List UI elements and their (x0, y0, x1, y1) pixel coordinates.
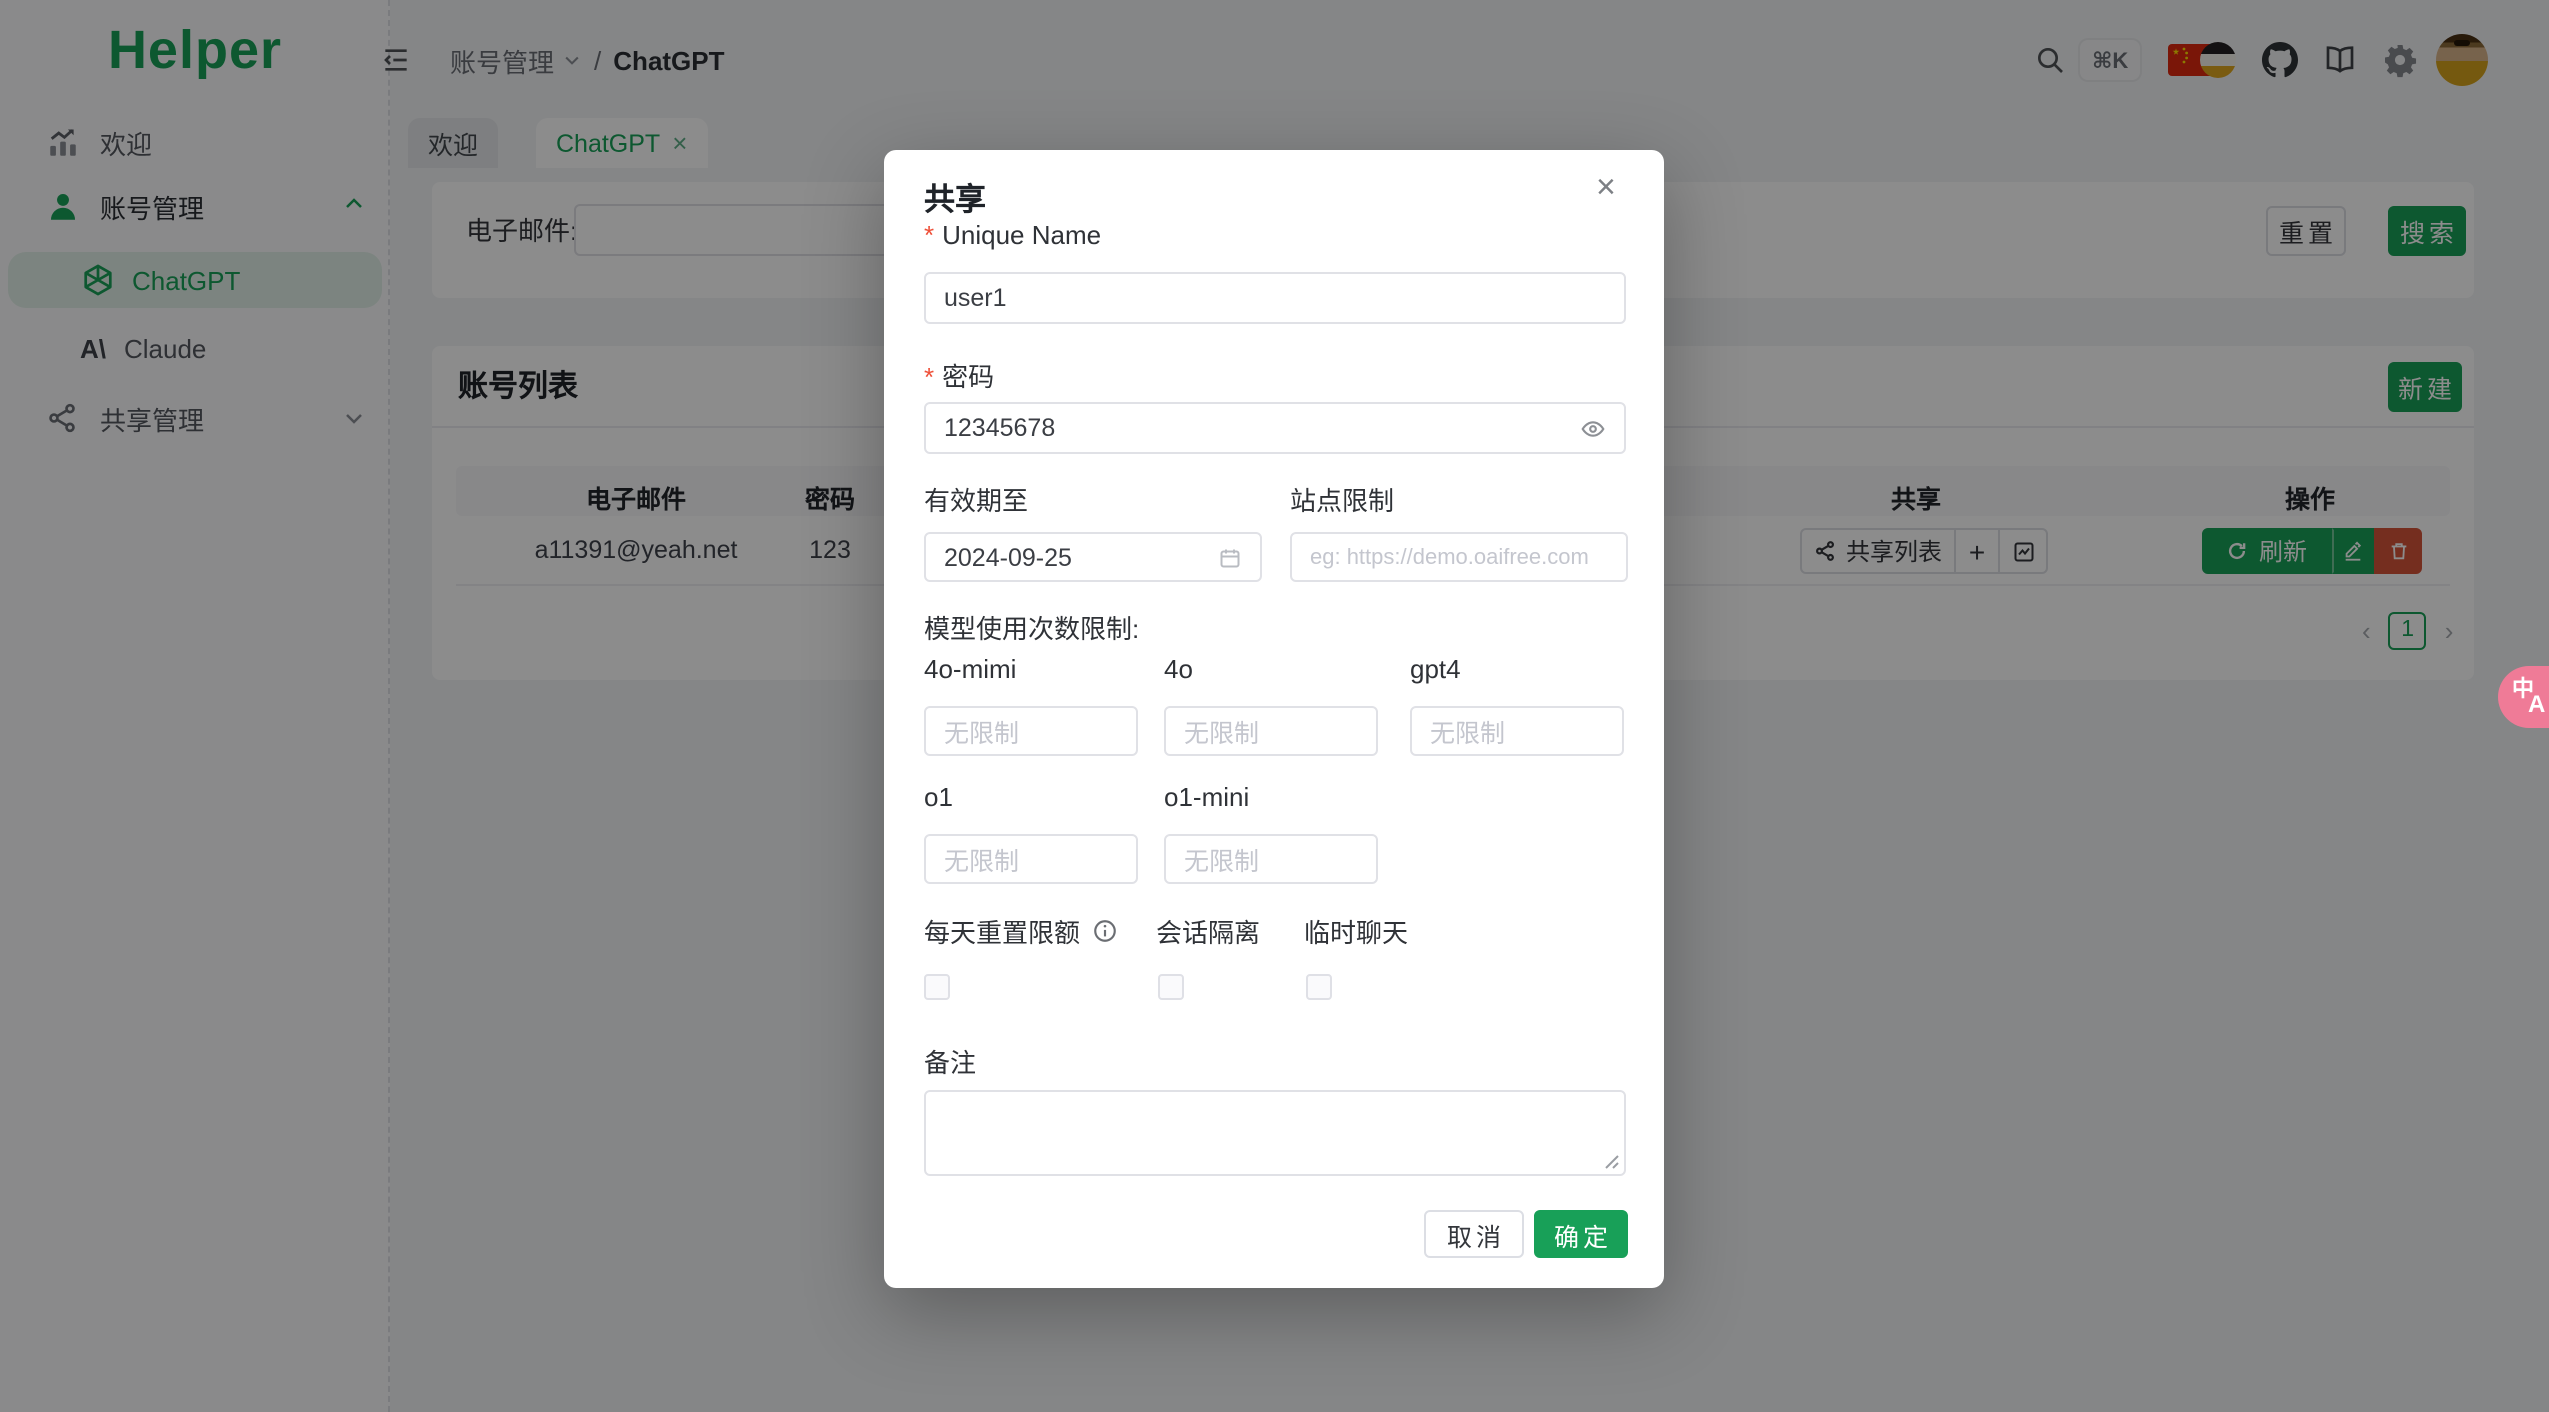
expire-date-input[interactable]: 2024-09-25 (924, 532, 1262, 582)
field-label: * Unique Name (924, 220, 1102, 250)
translate-icon: A (2528, 690, 2546, 718)
close-icon[interactable]: × (1596, 168, 1616, 208)
remark-textarea[interactable] (924, 1090, 1626, 1176)
password-input[interactable]: 12345678 (924, 402, 1626, 454)
share-modal: 共享 × * Unique Name user1 * 密码 12345678 有效期… (884, 150, 1664, 1288)
app-root: Helper 欢迎 账号管理 ChatGPT A\ Claude 共享管理 账号… (0, 0, 2549, 1412)
required-mark: * (924, 220, 935, 250)
model-label: 4o (1164, 654, 1193, 684)
field-label: 站点限制 (1290, 486, 1395, 516)
remark-label: 备注 (924, 1048, 977, 1078)
model-limit-input-gpt4[interactable]: 无限制 (1410, 706, 1624, 756)
model-label: 4o-mimi (924, 654, 1017, 684)
model-limit-input-o1-mini[interactable]: 无限制 (1164, 834, 1378, 884)
required-mark: * (924, 362, 935, 392)
unique-name-input[interactable]: user1 (924, 272, 1626, 324)
temp-chat-checkbox[interactable] (1306, 974, 1332, 1000)
confirm-button[interactable]: 确定 (1534, 1210, 1628, 1258)
eye-icon[interactable] (1580, 415, 1606, 441)
model-label: o1 (924, 782, 953, 812)
checkbox-label-session-isolation: 会话隔离 (1156, 918, 1261, 948)
resize-handle[interactable] (1604, 1154, 1620, 1170)
model-label: o1-mini (1164, 782, 1250, 812)
checkbox-label-temp-chat: 临时聊天 (1304, 918, 1409, 948)
model-limit-input-o1[interactable]: 无限制 (924, 834, 1138, 884)
model-label: gpt4 (1410, 654, 1461, 684)
section-label: 模型使用次数限制: (924, 614, 1140, 644)
site-limit-input[interactable]: eg: https://demo.oaifree.com (1290, 532, 1628, 582)
checkbox-label-daily-reset: 每天重置限额 (924, 912, 1118, 950)
session-isolation-checkbox[interactable] (1158, 974, 1184, 1000)
calendar-icon (1218, 545, 1242, 569)
modal-title: 共享 (924, 184, 987, 218)
daily-reset-checkbox[interactable] (924, 974, 950, 1000)
info-icon[interactable] (1092, 918, 1118, 944)
button-label: 取消 (1446, 1223, 1505, 1251)
model-limit-input-4o-mimi[interactable]: 无限制 (924, 706, 1138, 756)
model-limit-input-4o[interactable]: 无限制 (1164, 706, 1378, 756)
button-label: 确定 (1553, 1223, 1612, 1251)
field-label: 有效期至 (924, 486, 1029, 516)
cancel-button[interactable]: 取消 (1424, 1210, 1524, 1258)
field-label: * 密码 (924, 362, 995, 392)
